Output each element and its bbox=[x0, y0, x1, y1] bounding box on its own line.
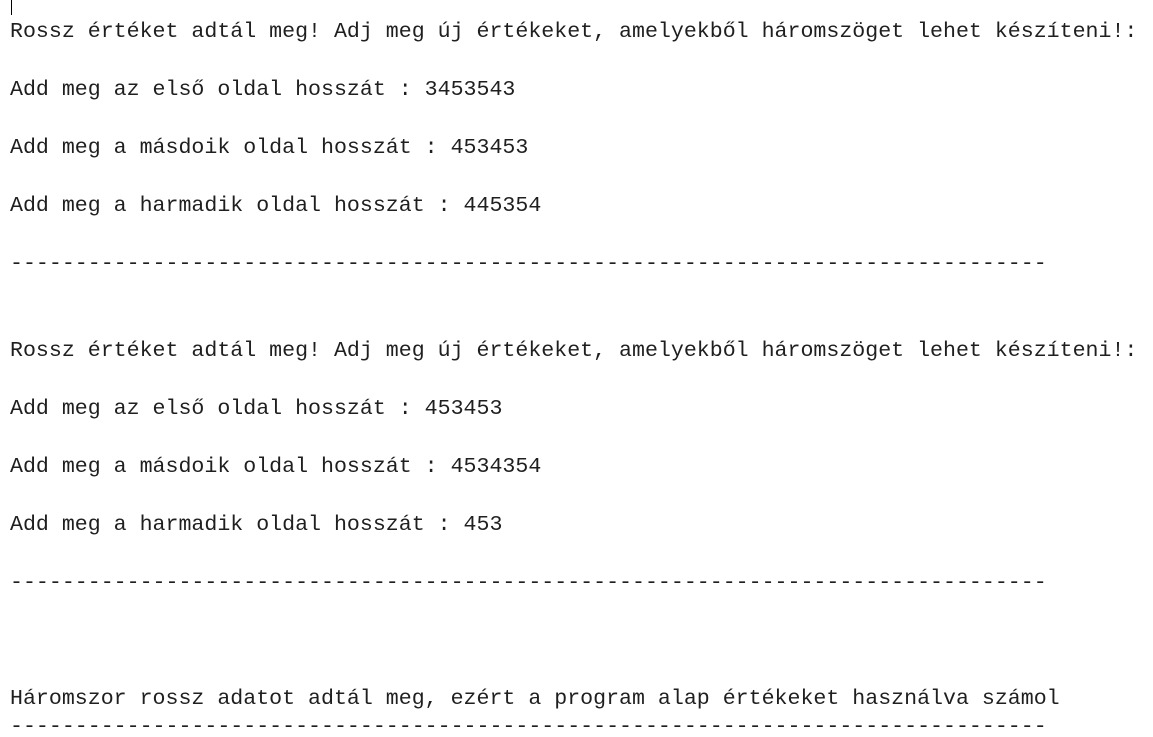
error-message: Rossz értéket adtál meg! Adj meg új érté… bbox=[10, 339, 1138, 363]
first-side-prompt: Add meg az első oldal hosszát : 453453 bbox=[10, 397, 503, 421]
error-message: Rossz értéket adtál meg! Adj meg új érté… bbox=[10, 20, 1138, 44]
second-side-prompt: Add meg a másdoik oldal hosszát : 453453 bbox=[10, 136, 529, 160]
third-side-prompt: Add meg a harmadik oldal hosszát : 44535… bbox=[10, 194, 542, 218]
separator-line: ----------------------------------------… bbox=[10, 252, 1047, 276]
console-output: Rossz értéket adtál meg! Adj meg új érté… bbox=[0, 0, 1153, 737]
third-side-prompt: Add meg a harmadik oldal hosszát : 453 bbox=[10, 513, 503, 537]
text-cursor bbox=[11, 0, 12, 15]
final-message: Háromszor rossz adatot adtál meg, ezért … bbox=[10, 687, 1060, 711]
separator-line: ----------------------------------------… bbox=[10, 715, 1047, 737]
second-side-prompt: Add meg a másdoik oldal hosszát : 453435… bbox=[10, 455, 542, 479]
separator-line: ----------------------------------------… bbox=[10, 571, 1047, 595]
first-side-prompt: Add meg az első oldal hosszát : 3453543 bbox=[10, 78, 516, 102]
